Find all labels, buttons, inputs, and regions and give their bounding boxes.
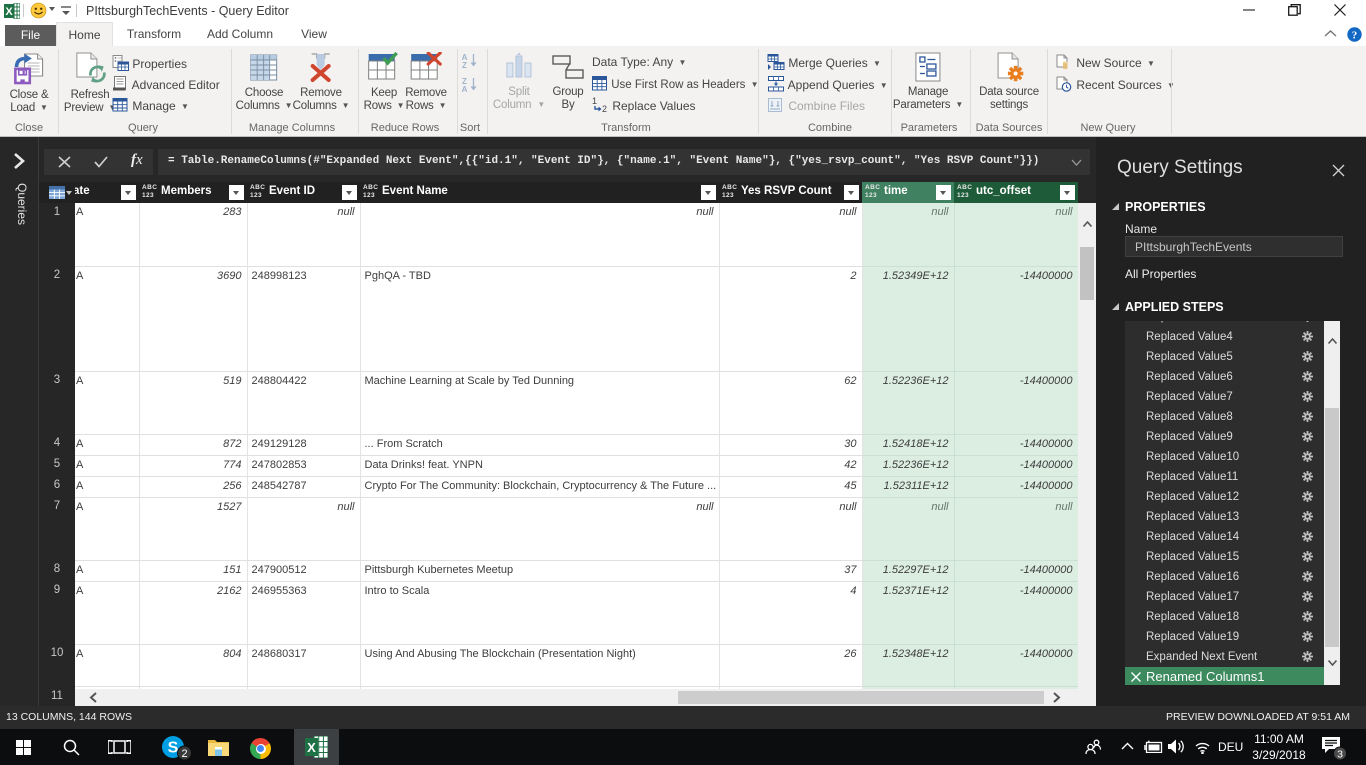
svg-text:2: 2 bbox=[602, 104, 607, 113]
svg-text:Z: Z bbox=[462, 61, 467, 68]
svg-text:2: 2 bbox=[181, 748, 187, 760]
svg-text:1: 1 bbox=[592, 97, 597, 106]
svg-text:A: A bbox=[462, 85, 468, 92]
svg-text:X: X bbox=[5, 6, 13, 18]
svg-text:?: ? bbox=[1352, 29, 1358, 41]
svg-text:S: S bbox=[168, 740, 179, 757]
svg-text:X: X bbox=[307, 740, 316, 755]
svg-text:3: 3 bbox=[1337, 749, 1343, 761]
